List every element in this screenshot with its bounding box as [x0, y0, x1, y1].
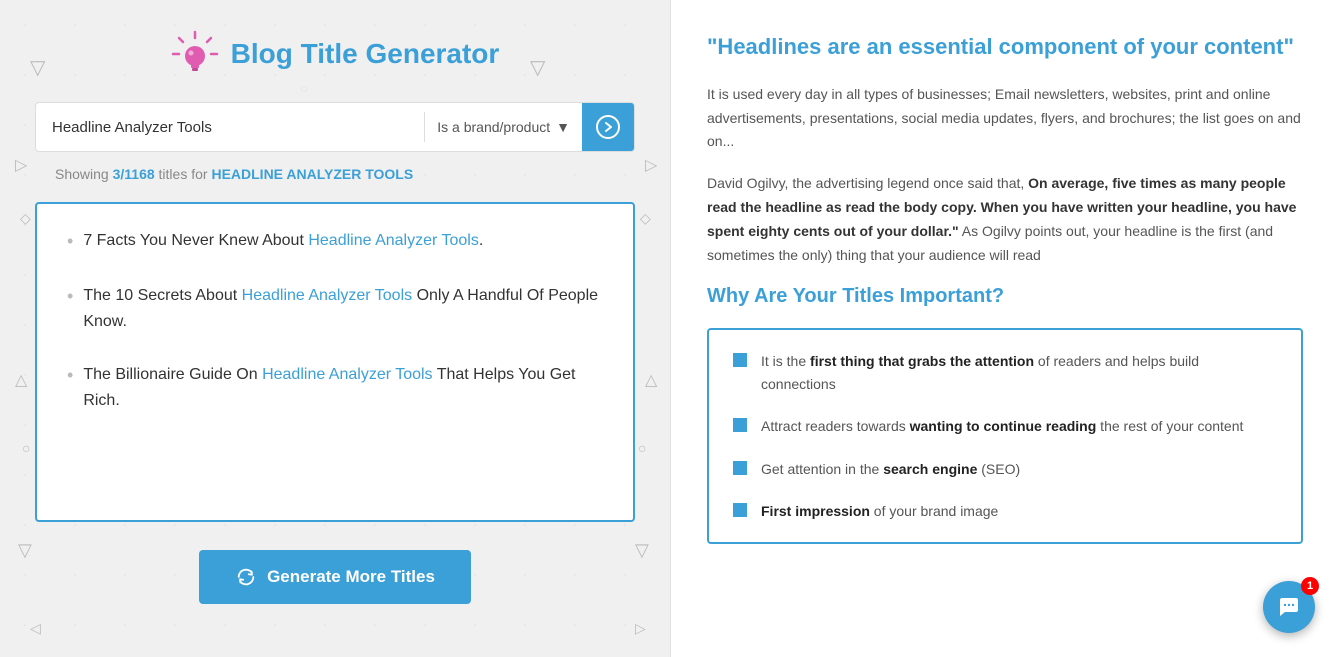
info-text-2: Attract readers towards wanting to conti…: [761, 415, 1243, 437]
info-text-4: First impression of your brand image: [761, 500, 998, 522]
result-text-2: The 10 Secrets About Headline Analyzer T…: [83, 283, 603, 334]
info-box: It is the first thing that grabs the att…: [707, 328, 1303, 544]
list-item: • The 10 Secrets About Headline Analyzer…: [67, 283, 603, 334]
search-type-label: Is a brand/product: [437, 119, 550, 135]
showing-prefix: Showing: [55, 166, 109, 182]
search-submit-button[interactable]: [582, 103, 634, 151]
results-count: 3/1168: [113, 166, 155, 182]
bullet-icon: •: [67, 283, 73, 310]
result-text-1: 7 Facts You Never Knew About Headline An…: [83, 228, 483, 254]
page-title: Blog Title Generator: [231, 38, 500, 70]
results-box: • 7 Facts You Never Knew About Headline …: [35, 202, 635, 522]
paragraph2-prefix: David Ogilvy, the advertising legend onc…: [707, 175, 1028, 191]
info-item-2: Attract readers towards wanting to conti…: [733, 415, 1277, 437]
logo-icon: [171, 30, 219, 78]
bullet-icon: •: [67, 228, 73, 255]
main-quote: "Headlines are an essential component of…: [707, 32, 1303, 63]
section-title: Why Are Your Titles Important?: [707, 285, 1303, 308]
keyword-highlight: Headline Analyzer Tools: [242, 287, 412, 304]
info-text-1: It is the first thing that grabs the att…: [761, 350, 1277, 395]
search-keyword: HEADLINE ANALYZER TOOLS: [211, 166, 413, 182]
list-item: • The Billionaire Guide On Headline Anal…: [67, 362, 603, 413]
chat-button[interactable]: 1: [1263, 581, 1315, 633]
bullet-icon: •: [67, 362, 73, 389]
info-item-3: Get attention in the search engine (SEO): [733, 458, 1277, 480]
chevron-down-icon: ▼: [556, 119, 570, 135]
info-text-3: Get attention in the search engine (SEO): [761, 458, 1020, 480]
bold-text: wanting to continue reading: [910, 418, 1097, 434]
header: Blog Title Generator: [171, 30, 500, 78]
keyword-highlight: Headline Analyzer Tools: [262, 366, 432, 383]
search-bar: Is a brand/product ▼: [35, 102, 635, 152]
refresh-icon: [235, 566, 257, 588]
keyword-highlight: Headline Analyzer Tools: [308, 232, 478, 249]
chat-badge: 1: [1301, 577, 1319, 595]
result-text-3: The Billionaire Guide On Headline Analyz…: [83, 362, 603, 413]
info-item-1: It is the first thing that grabs the att…: [733, 350, 1277, 395]
left-panel: ▽ ▽ ▷ ▷ ◇ ◇ △ △ ○ ○ ▽ ▽ ◁ ▷ ○ ○: [0, 0, 670, 657]
info-bullet-icon: [733, 461, 747, 475]
info-item-4: First impression of your brand image: [733, 500, 1277, 522]
description-paragraph-1: It is used every day in all types of bus…: [707, 83, 1303, 154]
generate-more-button[interactable]: Generate More Titles: [199, 550, 471, 604]
list-item: • 7 Facts You Never Knew About Headline …: [67, 228, 603, 255]
chat-icon: [1276, 594, 1302, 620]
bold-text: first thing that grabs the attention: [810, 353, 1034, 369]
search-type-selector[interactable]: Is a brand/product ▼: [425, 119, 582, 135]
description-paragraph-2: David Ogilvy, the advertising legend onc…: [707, 172, 1303, 267]
generate-button-label: Generate More Titles: [267, 567, 435, 587]
arrow-right-icon: [596, 115, 620, 139]
search-input[interactable]: [36, 107, 424, 148]
info-bullet-icon: [733, 503, 747, 517]
showing-middle: titles for: [159, 166, 208, 182]
right-panel: "Headlines are an essential component of…: [670, 0, 1339, 657]
bold-text: First impression: [761, 503, 870, 519]
info-bullet-icon: [733, 353, 747, 367]
results-count-label: Showing 3/1168 titles for HEADLINE ANALY…: [20, 166, 413, 182]
bold-text: search engine: [883, 461, 977, 477]
info-bullet-icon: [733, 418, 747, 432]
